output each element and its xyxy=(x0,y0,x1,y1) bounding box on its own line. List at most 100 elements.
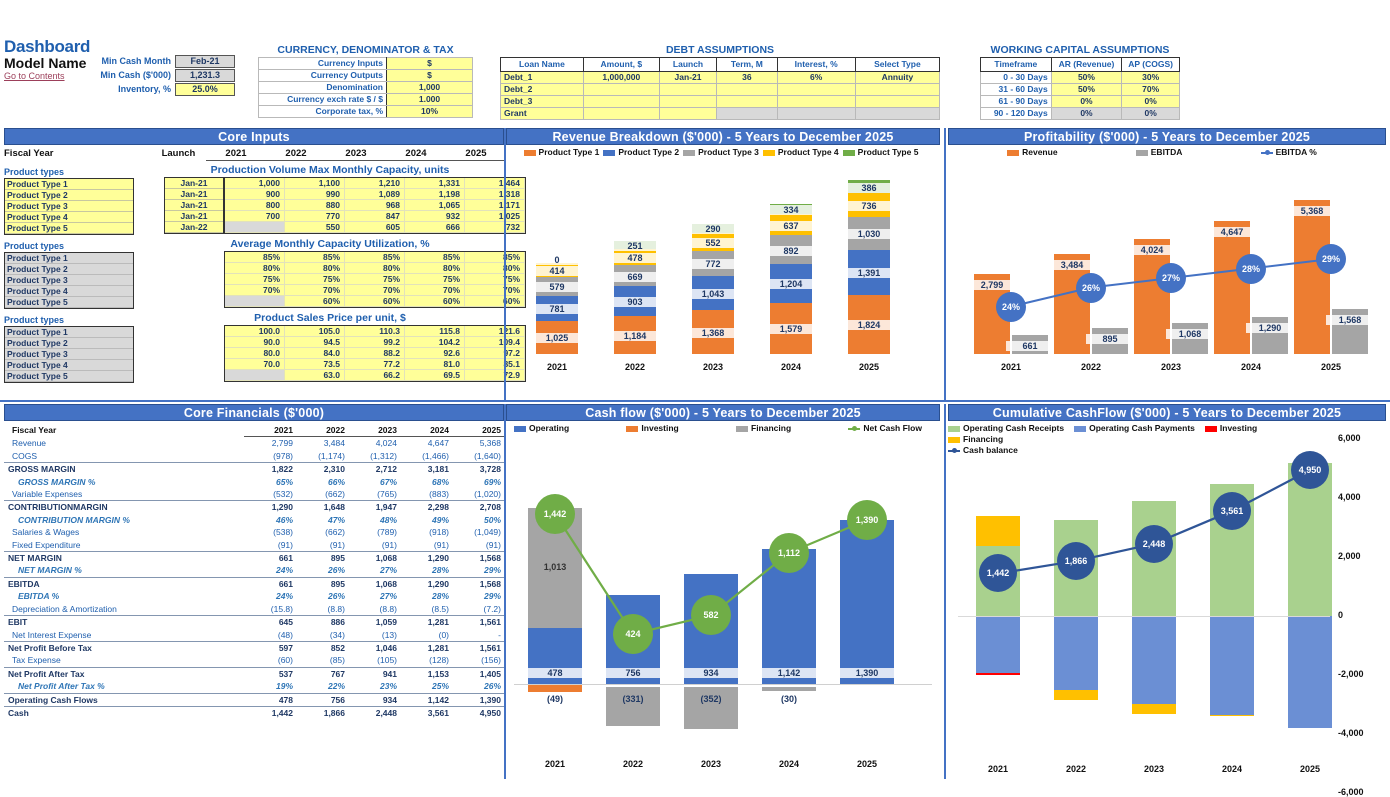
grid-cell[interactable]: 847 xyxy=(345,211,405,222)
grid-cell[interactable]: 1,089 xyxy=(345,189,405,200)
grid-cell[interactable]: 110.3 xyxy=(345,326,405,337)
debt-cell-type[interactable] xyxy=(854,107,941,120)
grid-cell[interactable]: 932 xyxy=(405,211,465,222)
wcap-ar-value[interactable]: 0% xyxy=(1050,95,1123,108)
grid-cell[interactable]: 60% xyxy=(285,296,345,307)
grid-cell[interactable]: 73.5 xyxy=(285,359,345,370)
currency-row-value[interactable]: $ xyxy=(386,57,473,70)
wcap-ap-value[interactable]: 70% xyxy=(1121,83,1180,96)
grid-cell[interactable]: 1,198 xyxy=(405,189,465,200)
currency-row-value[interactable]: 10% xyxy=(386,105,473,118)
debt-cell-launch[interactable] xyxy=(658,107,718,120)
debt-cell-interest[interactable] xyxy=(776,107,856,120)
grid-cell[interactable]: 60% xyxy=(345,296,405,307)
debt-cell-launch[interactable]: Jan-21 xyxy=(658,71,718,84)
debt-cell-amount[interactable] xyxy=(582,83,660,96)
grid-cell[interactable]: 1,331 xyxy=(405,178,465,189)
wcap-ar-value[interactable]: 0% xyxy=(1050,107,1123,120)
grid-cell[interactable]: 1,065 xyxy=(405,200,465,211)
grid-cell[interactable]: 800 xyxy=(225,200,285,211)
grid-cell[interactable]: 968 xyxy=(345,200,405,211)
debt-cell-name[interactable]: Grant xyxy=(500,107,584,120)
currency-row-value[interactable]: $ xyxy=(386,69,473,82)
inventory-input[interactable]: 25.0% xyxy=(175,83,235,96)
grid-cell[interactable]: 550 xyxy=(285,222,345,233)
grid-cell[interactable]: 94.5 xyxy=(285,337,345,348)
currency-row-value[interactable]: 1.000 xyxy=(386,93,473,106)
debt-cell-launch[interactable] xyxy=(658,95,718,108)
debt-cell-amount[interactable] xyxy=(582,95,660,108)
grid-cell[interactable]: 85% xyxy=(345,252,405,263)
debt-cell-term[interactable] xyxy=(716,83,778,96)
grid-cell[interactable]: 115.8 xyxy=(405,326,465,337)
grid-cell[interactable]: 80% xyxy=(225,263,285,274)
grid-cell[interactable]: 63.0 xyxy=(285,370,345,381)
grid-cell[interactable]: 75% xyxy=(285,274,345,285)
grid-cell[interactable] xyxy=(225,296,285,307)
debt-cell-amount[interactable]: 1,000,000 xyxy=(582,71,660,84)
wcap-ar-value[interactable]: 50% xyxy=(1050,83,1123,96)
launch-value[interactable]: Jan-21 xyxy=(165,200,223,211)
grid-cell[interactable]: 70% xyxy=(225,285,285,296)
grid-cell[interactable]: 605 xyxy=(345,222,405,233)
grid-cell[interactable] xyxy=(225,370,285,381)
debt-cell-type[interactable]: Annuity xyxy=(854,71,941,84)
grid-cell[interactable] xyxy=(225,222,285,233)
launch-value[interactable]: Jan-21 xyxy=(165,211,223,222)
grid-cell[interactable]: 1,000 xyxy=(225,178,285,189)
debt-cell-launch[interactable] xyxy=(658,83,718,96)
grid-cell[interactable]: 90.0 xyxy=(225,337,285,348)
debt-cell-term[interactable]: 36 xyxy=(716,71,778,84)
wcap-ap-value[interactable]: 30% xyxy=(1121,71,1180,84)
grid-cell[interactable]: 80% xyxy=(345,263,405,274)
debt-cell-term[interactable] xyxy=(716,107,778,120)
grid-cell[interactable]: 77.2 xyxy=(345,359,405,370)
grid-cell[interactable]: 900 xyxy=(225,189,285,200)
currency-row-value[interactable]: 1,000 xyxy=(386,81,473,94)
grid-cell[interactable]: 70% xyxy=(285,285,345,296)
grid-cell[interactable]: 69.5 xyxy=(405,370,465,381)
debt-cell-type[interactable] xyxy=(854,83,941,96)
debt-cell-interest[interactable]: 6% xyxy=(776,71,856,84)
grid-cell[interactable]: 105.0 xyxy=(285,326,345,337)
grid-cell[interactable]: 1,210 xyxy=(345,178,405,189)
grid-cell[interactable]: 770 xyxy=(285,211,345,222)
debt-cell-amount[interactable] xyxy=(582,107,660,120)
grid-cell[interactable]: 80.0 xyxy=(225,348,285,359)
debt-cell-interest[interactable] xyxy=(776,83,856,96)
debt-cell-type[interactable] xyxy=(854,95,941,108)
grid-cell[interactable]: 990 xyxy=(285,189,345,200)
launch-value[interactable]: Jan-21 xyxy=(165,189,223,200)
grid-cell[interactable]: 666 xyxy=(405,222,465,233)
wcap-ap-value[interactable]: 0% xyxy=(1121,95,1180,108)
debt-cell-name[interactable]: Debt_3 xyxy=(500,95,584,108)
grid-cell[interactable]: 1,100 xyxy=(285,178,345,189)
grid-cell[interactable]: 85% xyxy=(285,252,345,263)
debt-cell-name[interactable]: Debt_1 xyxy=(500,71,584,84)
launch-value[interactable]: Jan-22 xyxy=(165,222,223,233)
grid-cell[interactable]: 700 xyxy=(225,211,285,222)
grid-cell[interactable]: 70% xyxy=(345,285,405,296)
grid-cell[interactable]: 80% xyxy=(405,263,465,274)
grid-cell[interactable]: 60% xyxy=(405,296,465,307)
debt-cell-name[interactable]: Debt_2 xyxy=(500,83,584,96)
grid-cell[interactable]: 85% xyxy=(225,252,285,263)
grid-cell[interactable]: 92.6 xyxy=(405,348,465,359)
grid-cell[interactable]: 85% xyxy=(405,252,465,263)
launch-value[interactable]: Jan-21 xyxy=(165,178,223,189)
grid-cell[interactable]: 70.0 xyxy=(225,359,285,370)
grid-cell[interactable]: 84.0 xyxy=(285,348,345,359)
grid-cell[interactable]: 75% xyxy=(345,274,405,285)
grid-cell[interactable]: 70% xyxy=(405,285,465,296)
grid-cell[interactable]: 99.2 xyxy=(345,337,405,348)
grid-cell[interactable]: 80% xyxy=(285,263,345,274)
go-to-contents-link[interactable]: Go to Contents xyxy=(4,71,65,81)
debt-cell-interest[interactable] xyxy=(776,95,856,108)
debt-cell-term[interactable] xyxy=(716,95,778,108)
grid-cell[interactable]: 81.0 xyxy=(405,359,465,370)
grid-cell[interactable]: 880 xyxy=(285,200,345,211)
grid-cell[interactable]: 75% xyxy=(405,274,465,285)
wcap-ap-value[interactable]: 0% xyxy=(1121,107,1180,120)
grid-cell[interactable]: 88.2 xyxy=(345,348,405,359)
grid-cell[interactable]: 75% xyxy=(225,274,285,285)
